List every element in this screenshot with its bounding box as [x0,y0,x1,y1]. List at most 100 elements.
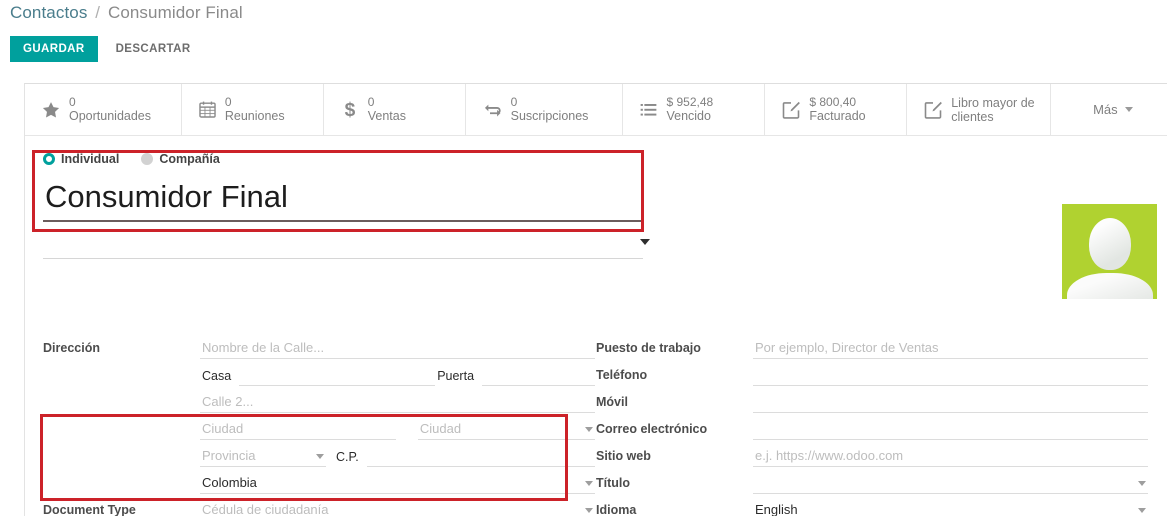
stat-button-bar: 0 Oportunidades 0 Reuniones $ 0 [25,84,1167,136]
contact-form-page: Contactos / Consumidor Final GUARDAR DES… [0,0,1167,516]
document-type-input[interactable] [200,500,595,516]
stat-button-customer-ledger[interactable]: Libro mayor de clientes [907,84,1051,135]
field-row-website: Sitio web [596,440,1148,467]
stat-value: 0 [511,96,589,109]
stat-button-opportunities[interactable]: 0 Oportunidades [25,84,182,135]
stat-button-sales[interactable]: $ 0 Ventas [324,84,466,135]
stat-label: Oportunidades [69,109,151,123]
left-field-column: Dirección . Casa Puerta [43,332,595,516]
zip-input[interactable] [367,446,595,467]
radio-individual[interactable]: Individual [43,152,119,166]
field-row-house-door: . Casa Puerta [43,359,595,386]
chevron-down-icon[interactable] [585,427,593,432]
street2-input[interactable] [200,392,595,413]
city-group [200,419,595,440]
stat-text: 0 Reuniones [225,96,285,123]
city-field [200,419,396,440]
street-input[interactable] [200,338,595,359]
country-field [200,473,595,494]
form-action-bar: GUARDAR DESCARTAR [10,36,201,62]
contact-avatar[interactable] [1062,204,1157,299]
stat-text: 0 Suscripciones [511,96,589,123]
stat-button-meetings[interactable]: 0 Reuniones [182,84,324,135]
language-field [753,500,1148,516]
stat-button-invoiced[interactable]: $ 800,40 Facturado [765,84,907,135]
state-zip-group: C.P. [200,446,595,467]
radio-company[interactable]: Compañía [141,152,219,166]
stat-value: 0 [368,96,406,109]
job-position-field [753,338,1148,359]
chevron-down-icon[interactable] [1138,508,1146,513]
zip-label: C.P. [326,450,367,467]
website-input[interactable] [753,446,1148,467]
stat-value: 0 [69,96,151,109]
document-type-field [200,500,595,516]
language-input[interactable] [753,500,1148,516]
parent-company-input[interactable] [43,236,643,259]
breadcrumb-contacts-link[interactable]: Contactos [10,3,87,22]
title-block: Individual Compañía [43,149,645,259]
chevron-down-icon[interactable] [640,239,650,245]
state-input[interactable] [200,446,326,467]
field-row-state-zip: . C.P. [43,440,595,467]
chevron-down-icon[interactable] [316,454,324,459]
chevron-down-icon[interactable] [585,508,593,513]
email-input[interactable] [753,419,1148,440]
stat-button-subscriptions[interactable]: 0 Suscripciones [466,84,624,135]
stat-value: $ 800,40 [809,96,865,109]
stat-value: $ 952,48 [666,96,713,109]
discard-button[interactable]: DESCARTAR [106,36,201,62]
svg-text:$: $ [344,100,355,120]
stat-text: 0 Oportunidades [69,96,151,123]
stat-label: Reuniones [225,109,285,123]
stat-text: 0 Ventas [368,96,406,123]
chevron-down-icon[interactable] [1138,481,1146,486]
save-button[interactable]: GUARDAR [10,36,98,62]
house-input[interactable] [239,365,435,386]
field-row-street2: . [43,386,595,413]
radio-individual-dot [43,153,55,165]
stat-text: Libro mayor de clientes [951,96,1036,124]
avatar-body [1067,273,1153,299]
pencil-square-icon [923,100,943,120]
stat-label: Ventas [368,109,406,123]
mobile-input[interactable] [753,392,1148,413]
stat-label: Libro mayor de clientes [951,96,1036,124]
field-row-country: . [43,467,595,494]
zip-field [367,446,595,467]
job-position-input[interactable] [753,338,1148,359]
city-select-input[interactable] [418,419,595,440]
phone-field [753,365,1148,386]
title-field [753,473,1148,494]
right-field-column: Puesto de trabajo Teléfono Móvil [596,332,1148,516]
job-position-label: Puesto de trabajo [596,341,753,359]
stat-label: Suscripciones [511,109,589,123]
field-row-city: . [43,413,595,440]
stat-button-more[interactable]: Más [1051,84,1167,135]
chevron-down-icon [1125,107,1133,112]
country-input[interactable] [200,473,595,494]
door-field [482,365,595,386]
house-label: Casa [200,369,239,386]
radio-individual-label: Individual [61,152,119,166]
field-row-email: Correo electrónico [596,413,1148,440]
title-input[interactable] [753,473,1148,494]
stat-button-overdue[interactable]: $ 952,48 Vencido [623,84,765,135]
city-input[interactable] [200,419,396,440]
contact-name-input[interactable] [43,176,643,222]
mobile-label: Móvil [596,395,753,413]
website-field [753,446,1148,467]
dollar-icon: $ [340,99,360,120]
phone-input[interactable] [753,365,1148,386]
field-columns: Dirección . Casa Puerta [43,332,1148,516]
field-row-phone: Teléfono [596,359,1148,386]
field-row-language: Idioma [596,494,1148,516]
refresh-icon [482,100,503,120]
website-label: Sitio web [596,449,753,467]
contact-type-radio-group: Individual Compañía [43,149,645,169]
door-input[interactable] [482,365,595,386]
title-label: Título [596,476,753,494]
more-label: Más [1093,102,1118,117]
chevron-down-icon[interactable] [585,481,593,486]
street-field [200,338,595,359]
